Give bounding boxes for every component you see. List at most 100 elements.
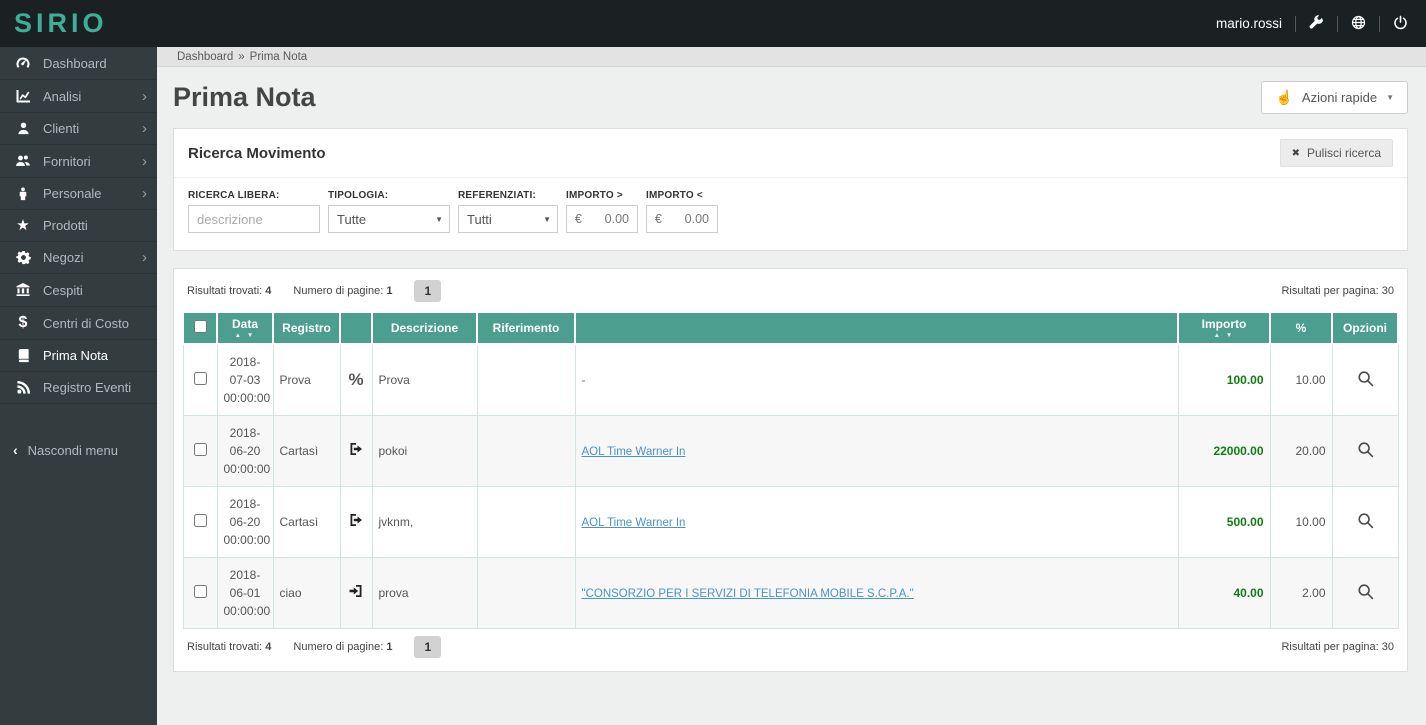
sidebar-item-label: Cespiti [43, 283, 83, 298]
row-detail-button[interactable] [1355, 581, 1376, 605]
sidebar-item-label: Prima Nota [43, 348, 108, 363]
table-row: 2018-07-03 00:00:00 Prova % Prova - 100.… [183, 344, 1398, 416]
cell-data: 2018-07-03 00:00:00 [217, 344, 273, 416]
quick-actions-label: Azioni rapide [1302, 90, 1377, 105]
clear-search-button[interactable]: ✖ Pulisci ricerca [1280, 139, 1393, 167]
cell-descrizione: Prova [372, 344, 477, 416]
header-percent: % [1270, 312, 1332, 344]
sidebar-item-label: Dashboard [43, 56, 107, 71]
field-importo-min: IMPORTO > € 0.00 [566, 190, 638, 233]
sidebar-item-registro-eventi[interactable]: Registro Eventi [0, 372, 157, 404]
cell-descrizione: jvknm, [372, 487, 477, 558]
sidebar-item-label: Prodotti [43, 218, 88, 233]
chevron-right-icon: › [142, 250, 147, 265]
referenziati-select[interactable]: Tutti ▼ [458, 205, 558, 233]
select-all-checkbox[interactable] [194, 320, 207, 333]
table-row: 2018-06-20 00:00:00 Cartasì pokoi AOL Ti… [183, 416, 1398, 487]
chevron-left-icon: ‹ [13, 442, 18, 458]
field-referenziati: REFERENZIATI: Tutti ▼ [458, 190, 558, 233]
header-registro: Registro [273, 312, 340, 344]
language-button[interactable] [1351, 15, 1366, 33]
sidebar-item-dashboard[interactable]: Dashboard [0, 47, 157, 80]
quick-actions-button[interactable]: ☝ Azioni rapide ▼ [1261, 81, 1408, 114]
sort-icons[interactable]: ▲ ▼ [1183, 332, 1265, 339]
sidebar-item-prima-nota[interactable]: Prima Nota [0, 340, 157, 372]
sidebar-item-negozi[interactable]: Negozi › [0, 242, 157, 274]
sidebar-item-fornitori[interactable]: Fornitori › [0, 145, 157, 178]
line-chart-icon [13, 88, 33, 104]
chevron-right-icon: › [142, 89, 147, 104]
sidebar-item-centri-di-costo[interactable]: $ Centri di Costo [0, 307, 157, 340]
settings-button[interactable] [1309, 15, 1324, 33]
pages-value: 1 [386, 641, 392, 653]
pages-value: 1 [386, 285, 392, 297]
collapse-menu-label: Nascondi menu [28, 443, 118, 458]
breadcrumb-dashboard[interactable]: Dashboard [177, 51, 233, 63]
cell-registro: Prova [273, 344, 340, 416]
sidebar-item-cespiti[interactable]: Cespiti [0, 274, 157, 307]
clear-search-label: Pulisci ricerca [1307, 146, 1381, 160]
bank-icon [13, 282, 33, 298]
sidebar-item-clienti[interactable]: Clienti › [0, 113, 157, 145]
header-data[interactable]: Data▲ ▼ [217, 312, 273, 344]
row-checkbox[interactable] [194, 372, 207, 385]
header-importo[interactable]: Importo▲ ▼ [1178, 312, 1270, 344]
found-value: 4 [265, 285, 271, 297]
cell-percent: 20.00 [1270, 416, 1332, 487]
importo-min-input[interactable]: € 0.00 [566, 205, 638, 233]
importo-max-value: 0.00 [685, 212, 709, 226]
chevron-down-icon: ▼ [543, 215, 551, 224]
gear-icon [13, 250, 33, 265]
row-checkbox[interactable] [194, 443, 207, 456]
tipologia-label: TIPOLOGIA: [328, 190, 450, 201]
top-bar: SIRIO mario.rossi [0, 0, 1426, 47]
breadcrumb-current: Prima Nota [250, 51, 308, 63]
cell-importo: 100.00 [1178, 344, 1270, 416]
table-row: 2018-06-01 00:00:00 ciao prova "CONSORZI… [183, 558, 1398, 629]
search-icon [1357, 517, 1374, 532]
collapse-menu-button[interactable]: ‹ Nascondi menu [0, 434, 157, 466]
row-checkbox[interactable] [194, 514, 207, 527]
logout-button[interactable] [1393, 15, 1408, 33]
field-tipologia: TIPOLOGIA: Tutte ▼ [328, 190, 450, 233]
page-title: Prima Nota [173, 82, 316, 113]
page-1-button[interactable]: 1 [414, 280, 441, 302]
cell-percent: 10.00 [1270, 487, 1332, 558]
counterparty-link[interactable]: AOL Time Warner In [582, 517, 686, 529]
page-1-button[interactable]: 1 [414, 636, 441, 658]
counterparty-link[interactable]: "CONSORZIO PER I SERVIZI DI TELEFONIA MO… [582, 588, 914, 600]
ricerca-libera-input[interactable] [188, 205, 320, 233]
row-detail-button[interactable] [1355, 510, 1376, 534]
percent-icon: % [348, 370, 363, 389]
search-icon [1357, 588, 1374, 603]
header-riferimento: Riferimento [477, 312, 575, 344]
ricerca-libera-label: RICERCA LIBERA: [188, 190, 320, 201]
referenziati-label: REFERENZIATI: [458, 190, 558, 201]
row-detail-button[interactable] [1355, 439, 1376, 463]
chevron-right-icon: › [142, 121, 147, 136]
row-detail-button[interactable] [1355, 368, 1376, 392]
found-label: Risultati trovati: [187, 641, 262, 653]
field-importo-max: IMPORTO < € 0.00 [646, 190, 718, 233]
search-panel: Ricerca Movimento ✖ Pulisci ricerca RICE… [173, 128, 1408, 251]
tipologia-selected-value: Tutte [337, 212, 366, 227]
user-icon [13, 121, 33, 136]
cell-descrizione: prova [372, 558, 477, 629]
header-tipo [340, 312, 372, 344]
importo-max-input[interactable]: € 0.00 [646, 205, 718, 233]
field-ricerca-libera: RICERCA LIBERA: [188, 190, 320, 233]
tipologia-select[interactable]: Tutte ▼ [328, 205, 450, 233]
sidebar-item-label: Fornitori [43, 154, 91, 169]
results-bar-bottom: Risultati trovati: 4 Numero di pagine: 1… [182, 636, 1399, 658]
sidebar-item-analisi[interactable]: Analisi › [0, 80, 157, 113]
breadcrumb-separator: » [238, 51, 244, 63]
sidebar-item-personale[interactable]: Personale › [0, 178, 157, 210]
sort-icons[interactable]: ▲ ▼ [222, 332, 268, 339]
header-select-all [183, 312, 217, 344]
row-checkbox[interactable] [194, 585, 207, 598]
wrench-icon [1309, 15, 1324, 33]
found-label: Risultati trovati: [187, 285, 262, 297]
chevron-down-icon: ▼ [1386, 93, 1394, 102]
counterparty-link[interactable]: AOL Time Warner In [582, 446, 686, 458]
sidebar-item-prodotti[interactable]: ★ Prodotti [0, 210, 157, 242]
